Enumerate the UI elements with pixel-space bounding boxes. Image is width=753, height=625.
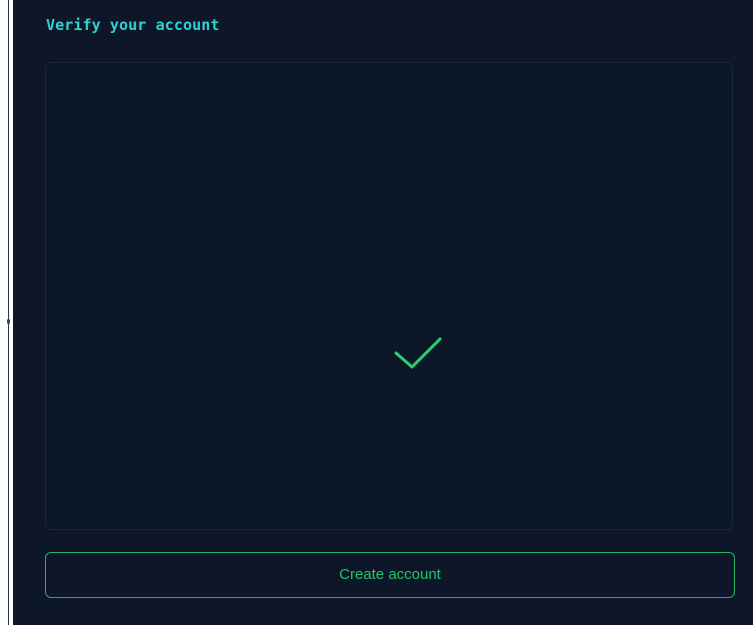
panel-resize-handle[interactable]	[7, 319, 10, 324]
create-account-button[interactable]: Create account	[45, 552, 735, 598]
left-divider	[8, 0, 9, 625]
checkmark-icon	[394, 337, 442, 369]
verification-widget	[45, 62, 733, 530]
verify-account-panel: Verify your account Create account	[13, 0, 753, 625]
page-title: Verify your account	[46, 16, 220, 34]
